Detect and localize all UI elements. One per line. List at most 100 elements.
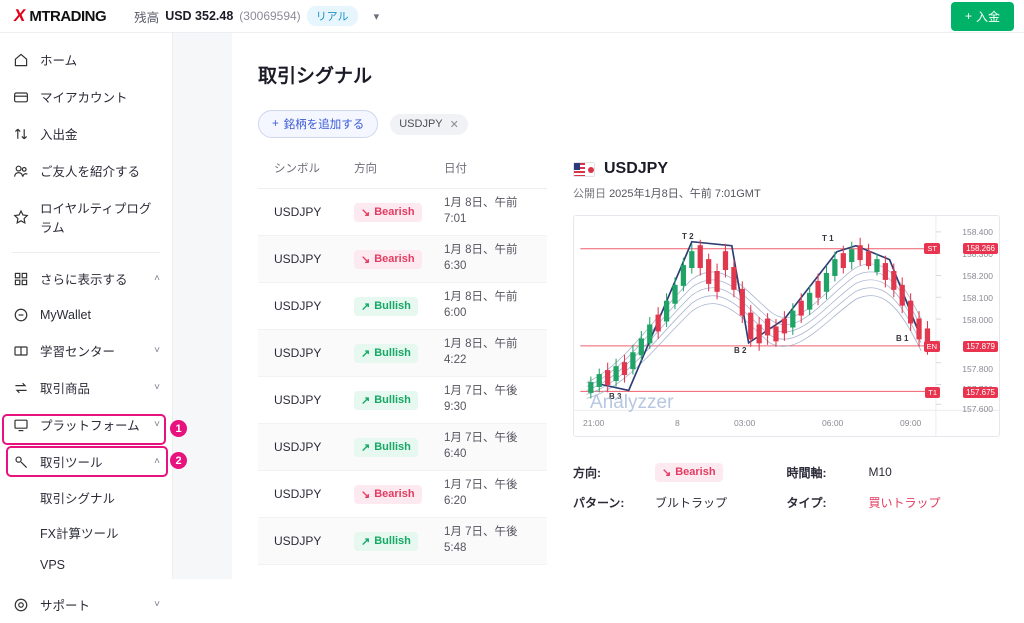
- direction-badge: ↘Bearish: [354, 203, 422, 222]
- sidebar-item-platforms[interactable]: プラットフォーム ˅: [0, 406, 172, 443]
- detail-header: USDJPY: [573, 160, 1000, 178]
- close-icon[interactable]: ✕: [450, 118, 459, 131]
- signal-detail-pane: USDJPY 公開日 2025年1月8日、午前 7:01GMT: [573, 160, 1000, 565]
- y-tick-label: 158.100: [962, 293, 993, 303]
- date-line-1: 1月 7日、午後: [444, 384, 534, 400]
- table-row[interactable]: USDJPY↘Bearish 1月 8日、午前6:30: [258, 236, 547, 283]
- table-row[interactable]: USDJPY↘Bearish1月 8日、午前7:01: [258, 189, 547, 236]
- cell-symbol: USDJPY: [258, 487, 354, 501]
- table-row[interactable]: USDJPY↗Bullish1月 8日、午前6:00: [258, 283, 547, 330]
- chevron-down-icon: ˅: [154, 419, 160, 430]
- direction-badge: ↗Bullish: [354, 391, 418, 410]
- plus-icon: +: [965, 9, 972, 23]
- sidebar-subitem-vps[interactable]: VPS: [0, 550, 172, 580]
- monitor-icon: [12, 416, 29, 433]
- table-row[interactable]: USDJPY↗Bullish1月 7日、午後6:40: [258, 424, 547, 471]
- chevron-down-icon: ˅: [154, 599, 160, 610]
- cell-date: 1月 8日、午前6:00: [444, 290, 534, 321]
- support-icon: [12, 596, 29, 613]
- info-row-type: タイプ: 買いトラップ: [787, 487, 1001, 517]
- sidebar-item-label: ロイヤルティプログラム: [40, 198, 160, 236]
- sidebar-item-refer-friend[interactable]: ご友人を紹介する: [0, 152, 172, 189]
- date-line-1: 1月 7日、午後: [444, 525, 534, 541]
- published-label: 公開日: [573, 188, 606, 200]
- logo-text: MTRADING: [29, 8, 106, 25]
- cell-direction: ↗Bullish: [354, 297, 444, 316]
- cell-direction: ↘Bearish: [354, 203, 444, 222]
- sidebar-item-mywallet[interactable]: MyWallet: [0, 297, 172, 332]
- wallet-icon: [12, 306, 29, 323]
- info-key: 方向:: [573, 464, 655, 481]
- table-row[interactable]: USDJPY↘Bearish1月 7日、午後6:20: [258, 471, 547, 518]
- level-label-t1: T1: [925, 387, 940, 398]
- chevron-down-icon: ˅: [154, 345, 160, 356]
- direction-badge: ↘Bearish: [354, 250, 422, 269]
- brand-logo[interactable]: X MTRADING: [14, 6, 106, 26]
- level-tag-t1: 157.675: [963, 387, 998, 398]
- date-line-2: 6:20: [444, 494, 534, 510]
- date-line-1: 1月 8日、午前: [444, 290, 534, 306]
- sidebar-item-label: 取引ツール: [40, 452, 143, 471]
- price-chart[interactable]: 158.400 158.300 158.200 158.100 158.000 …: [573, 215, 1000, 437]
- table-body: USDJPY↘Bearish1月 8日、午前7:01USDJPY↘Bearish…: [258, 189, 547, 565]
- sidebar-subitem-trading-signals[interactable]: 取引シグナル: [0, 480, 172, 515]
- main-content: 取引シグナル + 銘柄を追加する USDJPY ✕ シンボル 方向 日付 USD…: [232, 33, 1024, 579]
- sidebar-item-my-account[interactable]: マイアカウント: [0, 78, 172, 115]
- table-row[interactable]: USDJPY↗Bullish1月 7日、午後9:30: [258, 377, 547, 424]
- direction-badge: ↗Bullish: [354, 532, 418, 551]
- add-symbol-label: 銘柄を追加する: [284, 116, 365, 132]
- date-line-2: 9:30: [444, 400, 534, 416]
- tools-icon: [12, 453, 29, 470]
- sidebar-item-label: プラットフォーム: [40, 415, 143, 434]
- sidebar-item-deposit-withdraw[interactable]: 入出金: [0, 115, 172, 152]
- sidebar-item-trading-tools[interactable]: 取引ツール ˄: [0, 443, 172, 480]
- top-bar: X MTRADING 残高 USD 352.48 (30069594) リアル …: [0, 0, 1024, 33]
- sidebar-item-trading-products[interactable]: 取引商品 ˅: [0, 369, 172, 406]
- exchange-icon: [12, 379, 29, 396]
- cell-date: 1月 8日、午前6:30: [444, 243, 534, 274]
- sidebar-item-support[interactable]: サポート ˅: [0, 586, 172, 623]
- point-label-t1: T 1: [822, 234, 834, 243]
- sidebar-subitem-label: VPS: [40, 558, 65, 572]
- logo-x-mark: X: [12, 6, 27, 26]
- direction-label: Bullish: [374, 535, 411, 547]
- direction-badge: ↗Bullish: [354, 344, 418, 363]
- annotation-badge-2: 2: [170, 452, 187, 469]
- sidebar-subitem-label: 取引シグナル: [40, 492, 115, 506]
- sidebar-item-learning-center[interactable]: 学習センター ˅: [0, 332, 172, 369]
- cell-date: 1月 8日、午前4:22: [444, 337, 534, 368]
- info-key: 時間軸:: [787, 464, 869, 481]
- add-symbol-button[interactable]: + 銘柄を追加する: [258, 110, 378, 138]
- signal-info-grid: 方向: ↘ Bearish パターン: ブルトラップ: [573, 457, 1000, 517]
- cell-symbol: USDJPY: [258, 252, 354, 266]
- chart-watermark: Analyzzer: [590, 392, 673, 414]
- symbol-chip-label: USDJPY: [399, 118, 442, 130]
- sidebar-item-home[interactable]: ホーム: [0, 41, 172, 78]
- deposit-button[interactable]: + 入金: [951, 2, 1014, 31]
- chevron-up-icon: ˄: [154, 273, 160, 284]
- chevron-down-icon[interactable]: ▾: [374, 10, 380, 23]
- level-tag-st: 158.266: [963, 243, 998, 254]
- date-line-1: 1月 7日、午後: [444, 478, 534, 494]
- cell-date: 1月 7日、午後6:40: [444, 431, 534, 462]
- signal-info-col-left: 方向: ↘ Bearish パターン: ブルトラップ: [573, 457, 787, 517]
- sidebar-item-loyalty-program[interactable]: ロイヤルティプログラム: [0, 189, 172, 245]
- balance-label: 残高: [134, 7, 159, 26]
- sidebar-item-label: サポート: [40, 595, 143, 614]
- arrow-up-icon: ↗: [361, 394, 370, 407]
- symbol-chip-usdjpy[interactable]: USDJPY ✕: [390, 114, 468, 135]
- cell-date: 1月 7日、午後9:30: [444, 384, 534, 415]
- x-tick-label: 09:00: [900, 418, 921, 428]
- direction-label: Bearish: [374, 206, 414, 218]
- col-header-date: 日付: [444, 160, 534, 176]
- detail-symbol: USDJPY: [604, 160, 668, 178]
- sidebar: ホーム マイアカウント 入出金 ご友人を紹介する ロイヤルティプログラム: [0, 33, 173, 579]
- sidebar-item-label: 学習センター: [40, 341, 143, 360]
- published-value: 2025年1月8日、午前 7:01GMT: [609, 188, 761, 200]
- sidebar-item-show-more[interactable]: さらに表示する ˄: [0, 260, 172, 297]
- status-badge: ↘ Bearish: [655, 463, 723, 482]
- sidebar-subitem-fx-calculator[interactable]: FX計算ツール: [0, 515, 172, 550]
- table-row[interactable]: USDJPY↗Bullish1月 8日、午前4:22: [258, 330, 547, 377]
- table-row[interactable]: USDJPY↗Bullish1月 7日、午後5:48: [258, 518, 547, 565]
- filter-chips: + 銘柄を追加する USDJPY ✕: [258, 110, 1000, 138]
